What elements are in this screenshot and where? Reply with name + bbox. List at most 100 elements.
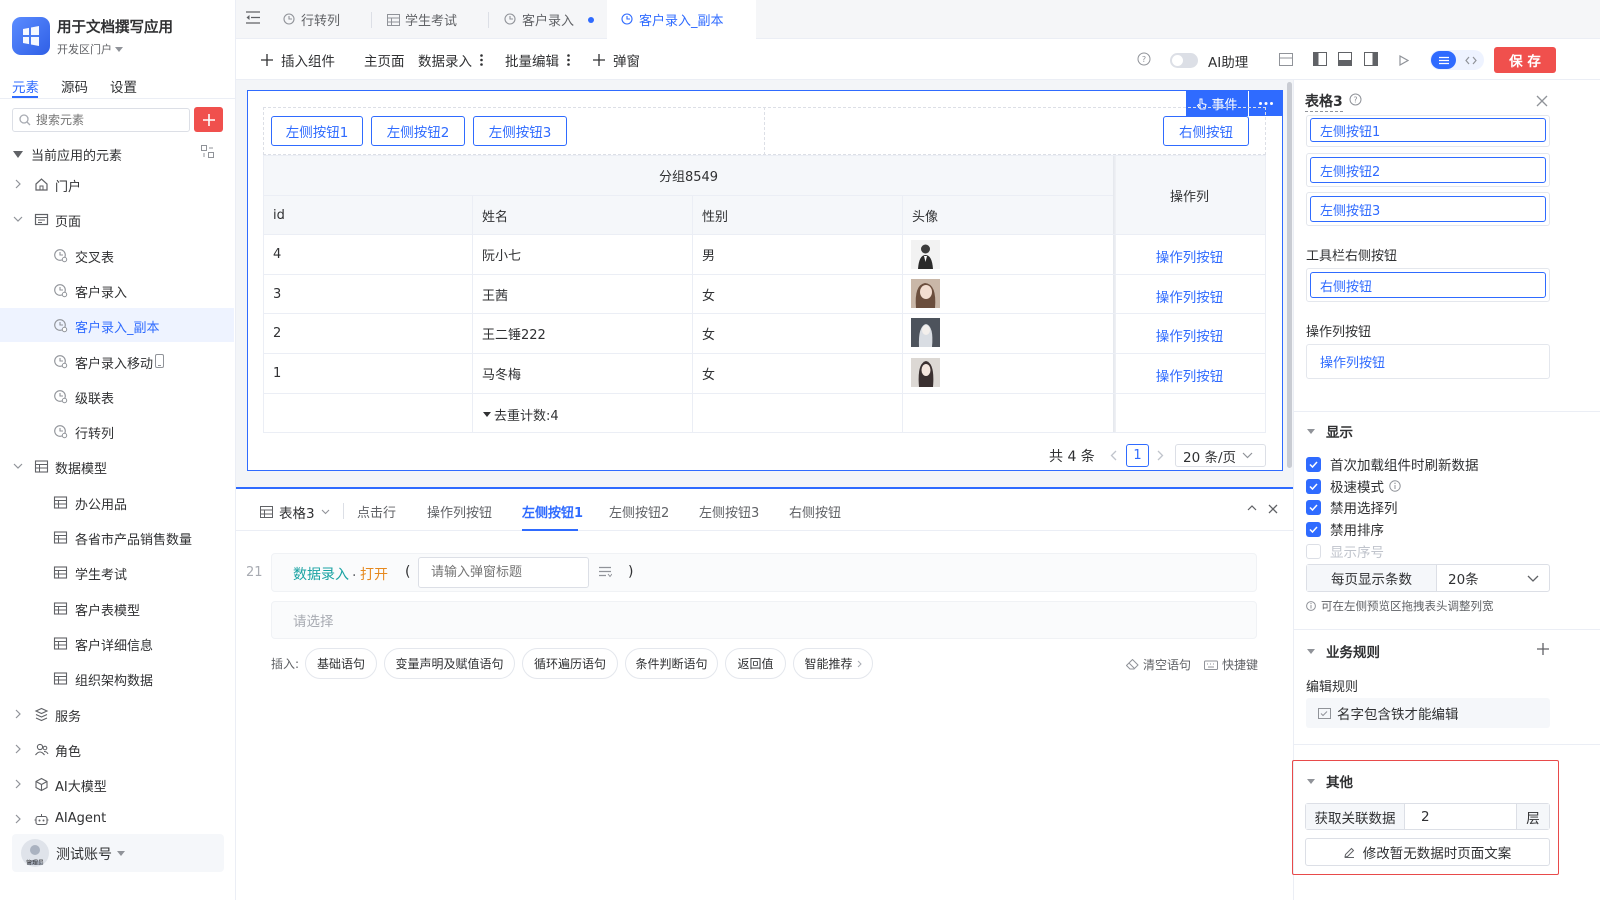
op-column-button[interactable]: 操作列按钮 xyxy=(1114,246,1265,266)
search-box[interactable] xyxy=(12,108,190,132)
display-section-header[interactable]: 显示 xyxy=(1306,421,1353,441)
code-mode-button[interactable] xyxy=(1460,51,1482,69)
preview-button[interactable] xyxy=(1390,50,1418,70)
tree-item[interactable]: 级联表 xyxy=(0,379,234,413)
close-icon[interactable] xyxy=(1536,95,1548,107)
account-bar[interactable]: 管理员 测试账号 xyxy=(12,834,224,872)
right-button[interactable]: 右侧按钮 xyxy=(1163,116,1249,146)
tree-item[interactable]: 客户录入移动 xyxy=(0,344,234,378)
event-tab-row-click[interactable]: 点击行 xyxy=(357,502,396,522)
rule-item[interactable]: 名字包含铁才能编辑 xyxy=(1306,698,1550,728)
portal-switcher[interactable]: 开发区门户 xyxy=(57,41,123,57)
scrollbar-thumb[interactable] xyxy=(1287,82,1292,468)
event-tab-right-button[interactable]: 右侧按钮 xyxy=(789,502,841,522)
layout-icon[interactable] xyxy=(1279,53,1293,66)
rules-section-header[interactable]: 业务规则 xyxy=(1306,641,1380,661)
tree-item[interactable]: 客户表模型 xyxy=(0,591,234,625)
help-icon[interactable]: ? xyxy=(1349,93,1362,106)
chevron-right-icon[interactable] xyxy=(12,813,24,825)
chevron-right-icon[interactable] xyxy=(12,708,24,720)
component-selector[interactable]: 表格3 xyxy=(260,502,330,522)
tree-item[interactable]: 各省市产品销售数量 xyxy=(0,520,234,554)
column-header-gender[interactable]: 性别 xyxy=(693,196,728,234)
batch-edit-menu[interactable]: 批量编辑 xyxy=(505,50,570,70)
right-button-field[interactable]: 右侧按钮 xyxy=(1310,272,1546,298)
left-button-1-field[interactable]: 左侧按钮1 xyxy=(1310,118,1546,142)
tab-elements[interactable]: 元素 xyxy=(12,76,39,96)
checkbox-checked[interactable] xyxy=(1306,521,1321,537)
left-button-1[interactable]: 左侧按钮1 xyxy=(271,116,363,146)
search-input[interactable] xyxy=(36,113,186,127)
chevron-right-icon[interactable] xyxy=(12,743,24,755)
ai-assistant-toggle[interactable] xyxy=(1170,53,1198,68)
bottom-panel-icon[interactable] xyxy=(1338,52,1352,66)
checkbox-checked[interactable] xyxy=(1306,499,1321,515)
collapse-sidebar-icon[interactable] xyxy=(246,11,260,24)
tree-item[interactable]: 行转列 xyxy=(0,414,234,448)
event-tab-left-button-3[interactable]: 左侧按钮3 xyxy=(699,502,759,522)
locate-icon[interactable] xyxy=(201,145,214,158)
event-tab-op-button[interactable]: 操作列按钮 xyxy=(427,502,492,522)
tree-section-header[interactable]: 当前应用的元素 xyxy=(13,145,122,164)
data-entry-menu[interactable]: 数据录入 xyxy=(418,50,483,70)
checkbox-refresh-on-load[interactable]: 首次加载组件时刷新数据 xyxy=(1306,454,1479,474)
tree-item[interactable]: AIAgent xyxy=(0,802,234,836)
insert-loop-statement[interactable]: 循环遍历语句 xyxy=(522,648,618,679)
tab-customer-entry[interactable]: 客户录入 xyxy=(504,0,595,39)
chevron-right-icon[interactable] xyxy=(12,778,24,790)
right-panel-icon[interactable] xyxy=(1364,52,1378,66)
left-button-2-field[interactable]: 左侧按钮2 xyxy=(1310,157,1546,183)
design-mode-button[interactable] xyxy=(1431,51,1456,69)
tree-item[interactable]: 门户 xyxy=(0,167,234,201)
insert-variable-statement[interactable]: 变量声明及赋值语句 xyxy=(384,648,515,679)
save-button[interactable]: 保 存 xyxy=(1494,47,1556,73)
page-size-select[interactable]: 20 条/页 xyxy=(1175,444,1266,467)
panel-title[interactable]: 表格3 xyxy=(1305,91,1343,112)
tree-item[interactable]: 客户录入_副本 xyxy=(0,308,234,343)
insert-smart-recommend[interactable]: 智能推荐 xyxy=(793,648,873,679)
close-icon[interactable] xyxy=(1268,504,1278,514)
op-column-button[interactable]: 操作列按钮 xyxy=(1114,365,1265,385)
tree-item[interactable]: 交叉表 xyxy=(0,238,234,272)
left-panel-icon[interactable] xyxy=(1313,52,1327,66)
tree-item[interactable]: 客户详细信息 xyxy=(0,626,234,660)
prev-page-icon[interactable] xyxy=(1110,450,1117,461)
tab-source[interactable]: 源码 xyxy=(61,76,88,96)
fetch-related-input[interactable]: 2 xyxy=(1406,804,1515,829)
page-size-dropdown[interactable]: 20条 xyxy=(1438,565,1549,591)
checkbox-disable-selection[interactable]: 禁用选择列 xyxy=(1306,497,1398,517)
event-tab-left-button-1[interactable]: 左侧按钮1 xyxy=(522,502,583,522)
op-button-field[interactable]: 操作列按钮 xyxy=(1306,344,1550,379)
clear-statements-button[interactable]: 清空语句 xyxy=(1126,656,1191,673)
tab-row-to-col[interactable]: 行转列 xyxy=(283,0,340,39)
insert-basic-statement[interactable]: 基础语句 xyxy=(305,648,377,679)
code-method[interactable]: 打开 xyxy=(360,564,388,584)
insert-condition-statement[interactable]: 条件判断语句 xyxy=(625,648,718,679)
other-section-header[interactable]: 其他 xyxy=(1306,771,1353,791)
op-column-button[interactable]: 操作列按钮 xyxy=(1114,286,1265,306)
view-mode-switch[interactable] xyxy=(1430,50,1484,70)
popup-button[interactable]: 弹窗 xyxy=(593,50,640,70)
op-column-button[interactable]: 操作列按钮 xyxy=(1114,325,1265,345)
tree-item[interactable]: 办公用品 xyxy=(0,485,234,519)
edit-empty-text-button[interactable]: 修改暂无数据时页面文案 xyxy=(1305,838,1550,866)
statement-select[interactable]: 请选择 xyxy=(271,601,1257,639)
left-button-3[interactable]: 左侧按钮3 xyxy=(473,116,567,146)
tree-item[interactable]: 数据模型 xyxy=(0,449,234,483)
checkbox-unchecked[interactable] xyxy=(1306,543,1321,559)
tab-customer-entry-copy[interactable]: 客户录入_副本 xyxy=(607,0,756,39)
add-element-button[interactable] xyxy=(194,107,223,132)
next-page-icon[interactable] xyxy=(1157,450,1164,461)
summary-cell[interactable]: 去重计数:4 xyxy=(483,405,559,424)
shortcut-keys-button[interactable]: 快捷键 xyxy=(1204,656,1258,673)
checkbox-checked[interactable] xyxy=(1306,456,1321,472)
checkbox-disable-sort[interactable]: 禁用排序 xyxy=(1306,519,1384,539)
tab-settings[interactable]: 设置 xyxy=(110,76,137,96)
tree-item[interactable]: 服务 xyxy=(0,697,234,731)
chevron-down-icon[interactable] xyxy=(12,213,24,225)
info-icon[interactable] xyxy=(1389,480,1401,492)
insert-return-value[interactable]: 返回值 xyxy=(725,648,786,679)
checkbox-show-index[interactable]: 显示序号 xyxy=(1306,541,1384,561)
page-1-button[interactable]: 1 xyxy=(1126,444,1149,467)
column-header-avatar[interactable]: 头像 xyxy=(903,196,938,234)
